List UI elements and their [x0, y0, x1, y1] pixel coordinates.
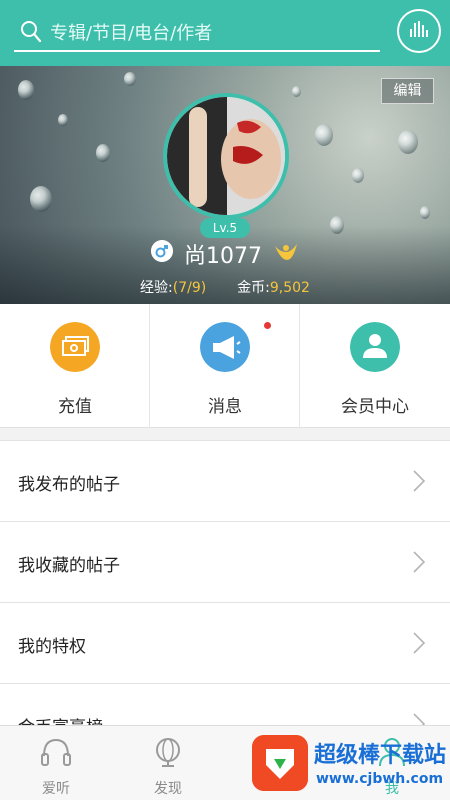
avatar[interactable]: [163, 93, 289, 219]
list-item-label: 我的特权: [18, 637, 86, 657]
search-bar[interactable]: [14, 14, 380, 52]
equalizer-icon: [410, 21, 428, 37]
raindrop-decoration: [330, 216, 344, 234]
list-item-my-posts[interactable]: 我发布的帖子: [0, 440, 450, 521]
tab-discover[interactable]: 发现: [112, 726, 224, 800]
raindrop-decoration: [18, 80, 34, 100]
coins-label: 金币:: [237, 280, 270, 296]
vip-center-label: 会员中心: [341, 397, 409, 417]
money-icon: [50, 322, 100, 372]
username: 尚1077: [184, 244, 262, 269]
now-playing-button[interactable]: [397, 9, 441, 53]
recharge-button[interactable]: 充值: [0, 304, 150, 428]
chevron-right-icon: [413, 551, 426, 573]
headphones-icon: [41, 738, 71, 766]
vip-center-button[interactable]: 会员中心: [300, 304, 450, 428]
user-name-line: 尚1077: [0, 238, 450, 274]
list-item-saved-posts[interactable]: 我收藏的帖子: [0, 521, 450, 602]
exp-label: 经验:: [140, 280, 173, 296]
watermark-title: 超级棒下载站: [314, 743, 447, 768]
raindrop-decoration: [315, 124, 333, 146]
list-item-label: 我发布的帖子: [18, 475, 120, 495]
raindrop-decoration: [58, 114, 68, 126]
level-badge: Lv.5: [200, 218, 250, 238]
download-site-logo: [252, 735, 308, 791]
quick-actions: 充值 消息 会员中心: [0, 304, 450, 428]
profile-banner: 编辑 Lv.5 尚1077 经验:(7/9) 金币:9,502: [0, 66, 450, 304]
top-bar: [0, 0, 450, 66]
recharge-label: 充值: [58, 397, 92, 417]
coins-value: 9,502: [269, 280, 310, 296]
unread-dot: [264, 322, 271, 329]
menu-list: 我发布的帖子 我收藏的帖子 我的特权 金币富豪榜: [0, 440, 450, 764]
globe-icon: [156, 738, 180, 767]
exp-value: (7/9): [172, 280, 207, 296]
messages-label: 消息: [208, 397, 242, 417]
chevron-right-icon: [413, 632, 426, 654]
list-item-label: 我收藏的帖子: [18, 556, 120, 576]
tab-listen[interactable]: 爱听: [0, 726, 112, 800]
chevron-right-icon: [413, 470, 426, 492]
list-item-privileges[interactable]: 我的特权: [0, 602, 450, 683]
raindrop-decoration: [124, 72, 136, 86]
raindrop-decoration: [292, 86, 301, 97]
raindrop-decoration: [96, 144, 110, 162]
raindrop-decoration: [420, 206, 430, 219]
search-icon: [21, 21, 42, 43]
tab-listen-label: 爱听: [42, 781, 70, 797]
watermark-url: www.cjbwh.com: [316, 771, 444, 787]
site-watermark: 超级棒下载站 www.cjbwh.com: [252, 733, 450, 795]
avatar-image: [167, 97, 285, 215]
male-icon: [150, 240, 173, 262]
raindrop-decoration: [352, 168, 364, 183]
edit-profile-button[interactable]: 编辑: [381, 78, 434, 104]
user-icon: [350, 322, 400, 372]
megaphone-icon: [200, 322, 250, 372]
user-stats: 经验:(7/9) 金币:9,502: [0, 277, 450, 297]
raindrop-decoration: [398, 130, 418, 154]
raindrop-decoration: [30, 186, 52, 212]
vip-crown-icon: [275, 244, 298, 260]
search-input[interactable]: [50, 19, 370, 47]
messages-button[interactable]: 消息: [150, 304, 300, 428]
tab-discover-label: 发现: [154, 781, 182, 797]
